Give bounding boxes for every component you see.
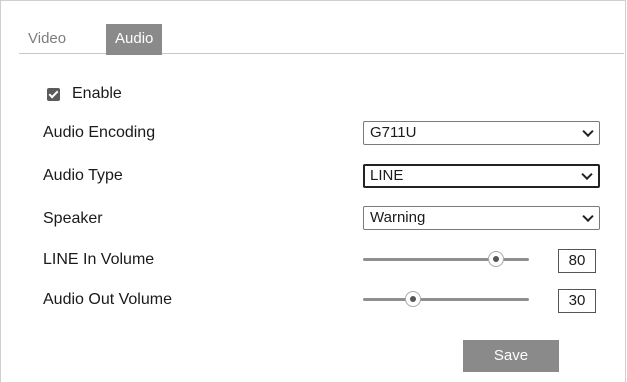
- audio-out-volume-slider[interactable]: [363, 290, 529, 308]
- tab-audio[interactable]: Audio: [106, 24, 163, 55]
- chevron-down-icon: [582, 125, 594, 138]
- enable-checkbox[interactable]: [47, 87, 60, 101]
- audio-out-volume-label: Audio Out Volume: [43, 291, 172, 308]
- audio-out-volume-input[interactable]: 30: [558, 289, 596, 313]
- line-in-volume-slider[interactable]: [363, 250, 529, 268]
- audio-type-value: LINE: [370, 167, 404, 184]
- audio-encoding-select[interactable]: G711U: [363, 121, 600, 145]
- speaker-label: Speaker: [43, 210, 103, 227]
- line-in-volume-label: LINE In Volume: [43, 251, 155, 268]
- enable-checkbox-row[interactable]: Enable: [47, 84, 122, 104]
- slider-thumb[interactable]: [404, 291, 421, 307]
- chevron-down-icon: [581, 168, 593, 181]
- speaker-value: Warning: [370, 209, 426, 226]
- chevron-down-icon: [582, 210, 594, 223]
- enable-label: Enable: [72, 85, 122, 102]
- slider-thumb[interactable]: [487, 251, 504, 267]
- tab-bar: Video Audio: [19, 21, 624, 55]
- tab-video[interactable]: Video: [19, 24, 75, 54]
- speaker-select[interactable]: Warning: [363, 206, 600, 230]
- line-in-volume-input[interactable]: 80: [558, 249, 596, 273]
- audio-encoding-value: G711U: [370, 124, 417, 141]
- slider-track: [363, 298, 529, 301]
- save-button[interactable]: Save: [463, 340, 559, 372]
- audio-type-select[interactable]: LINE: [363, 164, 600, 188]
- audio-encoding-label: Audio Encoding: [43, 124, 156, 141]
- audio-settings-panel: Video Audio Enable Audio Encoding G711U …: [0, 0, 626, 382]
- audio-type-label: Audio Type: [43, 167, 123, 184]
- slider-track: [363, 258, 529, 261]
